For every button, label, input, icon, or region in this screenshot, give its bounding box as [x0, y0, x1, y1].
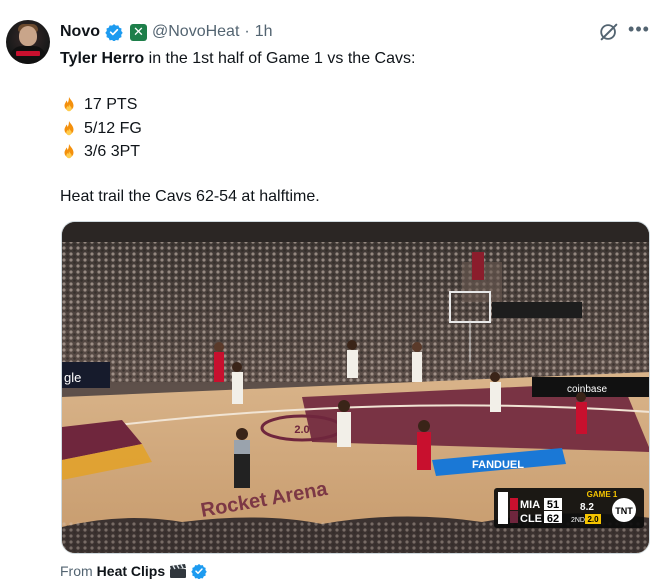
svg-text:2.0: 2.0 [294, 424, 309, 436]
mentioned-player: Tyler Herro [60, 50, 145, 67]
scorebug-network: TNT [615, 506, 633, 516]
stat-line: 5/12 FG [60, 119, 142, 139]
ad-left-text: gle [64, 370, 81, 385]
scorebug: MIA CLE 51 62 GAME 1 8.2 2ND 2.0 TNT [494, 488, 644, 528]
video-source-attribution: From Heat Clips [60, 563, 207, 579]
scorebug-game-clock: 8.2 [580, 502, 594, 513]
coinbase-ad-text: coinbase [567, 384, 607, 395]
clapperboard-emoji-icon [170, 564, 187, 578]
tweet-card[interactable]: Novo ✕ @NovoHeat · 1h ••• Tyler Herro in… [0, 0, 660, 579]
fire-emoji-icon [64, 143, 74, 159]
scorebug-game: GAME 1 [587, 490, 618, 499]
scorebug-period: 2ND [571, 517, 585, 524]
author-avatar[interactable] [6, 20, 50, 64]
source-account-link[interactable]: Heat Clips [97, 563, 165, 579]
tweet-text-line1: Tyler Herro in the 1st half of Game 1 vs… [60, 50, 416, 67]
author-display-name[interactable]: Novo [60, 23, 100, 41]
scorebug-team1: MIA [520, 499, 540, 511]
video-frame: 2.0 gle coinbase FANDUEL Rocket Arena MI… [62, 222, 649, 553]
author-handle[interactable]: @NovoHeat [152, 23, 239, 41]
verified-badge-icon [191, 564, 207, 579]
scorebug-score2: 62 [547, 513, 559, 525]
more-options-icon[interactable]: ••• [628, 20, 650, 43]
tweet-header: Novo ✕ @NovoHeat · 1h [60, 21, 273, 43]
tweet-text-closing: Heat trail the Cavs 62-54 at halftime. [60, 188, 320, 205]
stat-line: 17 PTS [60, 95, 137, 115]
separator-dot: · [244, 23, 250, 40]
fanduel-floor-text: FANDUEL [472, 459, 524, 471]
x-affiliate-icon[interactable]: ✕ [130, 23, 147, 41]
scorebug-score1: 51 [547, 499, 559, 511]
tweet-timestamp[interactable]: 1h [255, 23, 273, 41]
stat-line: 3/6 3PT [60, 142, 140, 162]
scorebug-team2: CLE [520, 513, 542, 525]
video-player[interactable]: 2.0 gle coinbase FANDUEL Rocket Arena MI… [61, 221, 650, 554]
grok-icon[interactable] [598, 21, 620, 43]
scorebug-shot-clock: 2.0 [587, 515, 599, 524]
fire-emoji-icon [64, 96, 74, 112]
fire-emoji-icon [64, 120, 74, 136]
verified-badge-icon [105, 24, 123, 41]
